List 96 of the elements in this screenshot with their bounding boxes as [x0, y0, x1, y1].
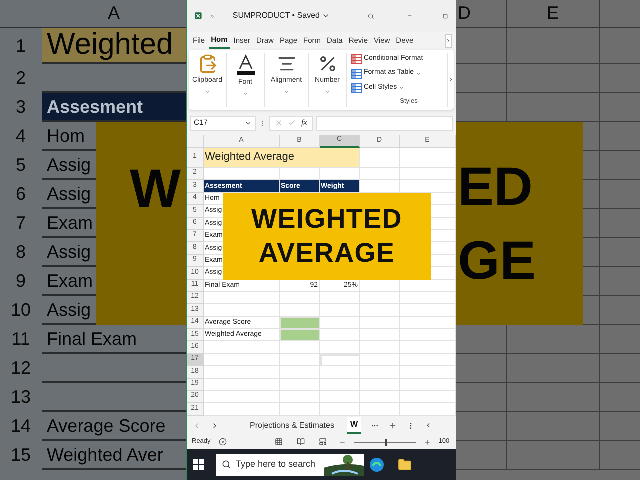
- row-number: 9: [16, 270, 26, 293]
- separator-dots-icon: [259, 120, 266, 126]
- table-cell: [280, 354, 320, 366]
- browser-icon[interactable]: [370, 458, 384, 472]
- caret-icon: [324, 88, 330, 94]
- font-color-icon: [234, 54, 256, 76]
- row-number: 7: [16, 212, 26, 235]
- scroll-left-icon[interactable]: [425, 422, 432, 429]
- start-icon[interactable]: [193, 459, 204, 470]
- caret-icon: [242, 90, 248, 96]
- macro-record-icon[interactable]: [218, 438, 227, 446]
- table-cell: Weighted Average: [204, 148, 360, 168]
- search-icon: [222, 460, 231, 469]
- cell-text: Assig: [47, 156, 92, 174]
- table-cell: [360, 148, 400, 168]
- table-cell: [320, 341, 360, 354]
- cell-text: Final Exam: [47, 330, 138, 348]
- cell-text: Exam: [47, 272, 94, 290]
- cell-text: Hom: [47, 126, 86, 144]
- table-cell: [360, 391, 400, 404]
- table-cell: [280, 391, 320, 404]
- page-break-icon[interactable]: [318, 438, 327, 446]
- insert-function-button[interactable]: fx: [302, 117, 308, 129]
- column-header: A: [108, 2, 120, 25]
- chevron-right-icon: [446, 38, 451, 44]
- formula-input[interactable]: [316, 116, 453, 130]
- row-number: 11: [12, 328, 30, 351]
- clipboard-icon: [198, 54, 218, 74]
- cell-text: Assig: [47, 300, 92, 318]
- table-cell: [360, 292, 400, 304]
- row-number: 10: [10, 299, 32, 322]
- caret-icon: [284, 88, 290, 94]
- column-header: D: [458, 2, 471, 25]
- row-number: 3: [16, 96, 26, 119]
- maximize-icon[interactable]: [442, 12, 448, 20]
- column-header: E: [546, 2, 559, 25]
- table-cell: [360, 304, 400, 317]
- table-cell: [280, 316, 320, 330]
- cell-text: Weighted: [47, 30, 174, 60]
- table-cell: [320, 378, 360, 392]
- next-sheet-icon[interactable]: [211, 422, 219, 430]
- normal-view-icon[interactable]: [274, 438, 283, 446]
- caret-icon: [322, 12, 330, 20]
- folder-icon[interactable]: [398, 458, 412, 472]
- banner-text: ED: [458, 160, 534, 214]
- table-cell: [360, 168, 400, 180]
- table-cell: [360, 316, 400, 330]
- table-cell: [320, 304, 360, 317]
- page-layout-icon[interactable]: [296, 438, 305, 446]
- banner-text: W: [130, 162, 182, 216]
- row-number: 6: [16, 183, 26, 206]
- table-cell: [360, 354, 400, 366]
- cell-text: Assig: [47, 242, 92, 260]
- table-cell: [320, 329, 360, 342]
- taskbar-search-field[interactable]: Type here to search: [216, 454, 324, 476]
- cell-text: Assig: [47, 184, 92, 202]
- cell-text: Assesment: [47, 98, 144, 116]
- row-number: 5: [16, 154, 26, 177]
- table-cell: [320, 292, 360, 304]
- cell-text: Weighted Aver: [47, 446, 164, 464]
- table-cell: [280, 378, 320, 392]
- table-cell: [320, 316, 360, 330]
- table-cell: [280, 366, 320, 379]
- cell-text: Exam: [47, 214, 94, 232]
- caret-icon: [204, 88, 210, 94]
- chevron-right-icon: [448, 77, 454, 83]
- row-number: 13: [10, 386, 32, 409]
- row-number: 12: [10, 357, 32, 380]
- table-cell: [320, 366, 360, 379]
- table-cell: [360, 378, 400, 392]
- table-cell: [280, 329, 320, 342]
- row-number: 8: [16, 241, 26, 264]
- cell-text: Average Score: [47, 416, 166, 434]
- zoom-in-icon[interactable]: [424, 438, 431, 446]
- row-number: 15: [10, 444, 32, 467]
- selected-cell[interactable]: [320, 354, 360, 366]
- sheet-tab[interactable]: W: [347, 417, 362, 434]
- add-sheet-icon[interactable]: [389, 422, 398, 430]
- table-cell: [360, 329, 400, 342]
- percent-icon: [318, 54, 338, 74]
- title-dropdown[interactable]: SUMPRODUCT • Saved: [232, 10, 330, 22]
- row-number: 2: [16, 67, 26, 90]
- row-number: 14: [10, 415, 32, 438]
- sheet-tab[interactable]: Projections & Estimates: [247, 417, 338, 434]
- table-cell: [320, 391, 360, 404]
- style-icon: [351, 68, 362, 79]
- row-number: 1: [16, 34, 26, 58]
- row-number: 4: [16, 125, 26, 148]
- banner-text: GE: [458, 234, 538, 288]
- style-icon: [351, 83, 362, 94]
- table-cell: [280, 341, 320, 354]
- table-cell: [360, 341, 400, 354]
- table-cell: [280, 292, 320, 304]
- spreadsheet-logo-icon: [195, 10, 202, 22]
- table-cell: [360, 366, 400, 379]
- style-icon: [351, 54, 362, 64]
